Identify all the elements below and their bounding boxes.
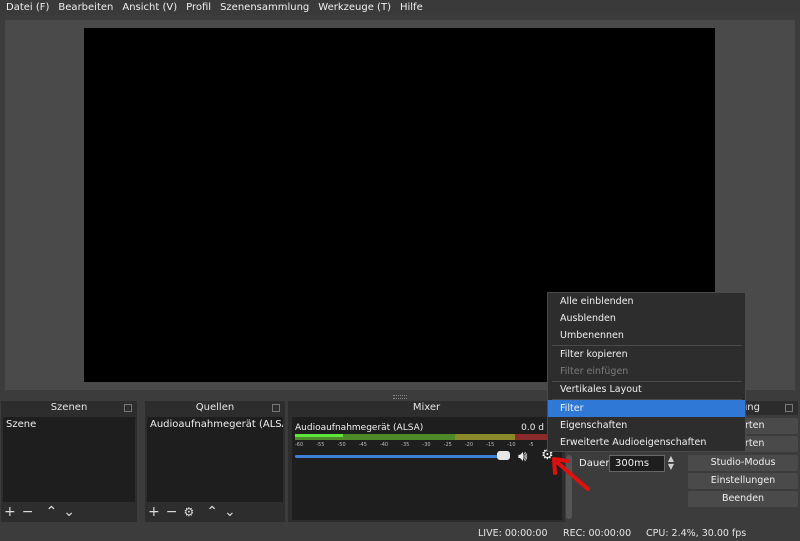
menu-item-hide[interactable]: Ausblenden [548,310,745,327]
menu-item-copy-filters[interactable]: Filter kopieren [548,346,745,363]
menu-datei[interactable]: Datei (F) [6,2,49,13]
mixer-channel: Audioaufnahmegerät (ALSA) 0.0 d -60 -55 … [292,417,562,520]
scenes-dock: Szenen Szene + − ⌃ ⌄ [1,401,137,522]
remove-icon[interactable]: − [22,505,34,519]
tick-label: -60 [295,442,304,448]
move-down-icon[interactable]: ⌄ [224,505,236,519]
tick-label: -35 [401,442,410,448]
sources-dock-title: Quellen [145,401,285,415]
scenes-dock-title-label: Szenen [50,402,88,413]
volume-slider[interactable] [295,455,507,458]
studio-mode-button[interactable]: Studio-Modus [688,455,798,471]
sources-toolbar: + − ⚙ ⌃ ⌄ [148,504,236,520]
mixer-channel-name: Audioaufnahmegerät (ALSA) [295,423,424,433]
context-menu: Alle einblenden Ausblenden Umbenennen Fi… [547,292,746,452]
gear-icon[interactable]: ⚙ [183,505,194,519]
scenes-dock-title: Szenen [1,401,137,415]
mixer-dock-title: Mixer [288,401,565,415]
sources-dock-body: Audioaufnahmegerät (ALSA) + − ⚙ ⌃ ⌄ [145,415,285,522]
chevron-down-icon[interactable]: ▼ [665,463,677,471]
sources-dock-title-label: Quellen [195,402,235,413]
tick-label: -50 [337,442,346,448]
add-icon[interactable]: + [148,505,160,519]
volume-slider-handle[interactable] [497,451,510,460]
move-up-icon[interactable]: ⌃ [45,505,57,519]
menu-item-properties[interactable]: Eigenschaften [548,417,745,434]
tick-label: -10 [507,442,516,448]
speaker-icon[interactable]: 🔊︎ [518,447,527,465]
scenes-list: Szene [3,417,135,502]
scenes-dock-body: Szene + − ⌃ ⌄ [1,415,137,522]
tick-label: -30 [422,442,431,448]
tick-label: -5 [528,442,534,448]
menu-werkzeuge[interactable]: Werkzeuge (T) [318,2,391,13]
add-icon[interactable]: + [4,505,16,519]
mixer-db-value: 0.0 d [521,423,544,433]
menu-item-show-all[interactable]: Alle einblenden [548,293,745,310]
undock-icon[interactable] [124,404,132,412]
splitter-handle[interactable] [393,395,407,399]
menu-item-rename[interactable]: Umbenennen [548,327,745,344]
tick-label: -45 [358,442,367,448]
audio-level-fill [295,434,343,437]
menu-szenensammlung[interactable]: Szenensammlung [220,2,309,13]
status-cpu: CPU: 2.4%, 30.00 fps [646,528,747,539]
remove-icon[interactable]: − [166,505,178,519]
tick-label: -25 [443,442,452,448]
tick-label: -15 [486,442,495,448]
status-rec: REC: 00:00:00 [563,528,632,539]
duration-input[interactable]: 300ms [609,455,665,472]
exit-button[interactable]: Beenden [688,491,798,507]
menubar: Datei (F) Bearbeiten Ansicht (V) Profil … [0,0,800,15]
menu-bearbeiten[interactable]: Bearbeiten [58,2,113,13]
mixer-dock-body: Audioaufnahmegerät (ALSA) 0.0 d -60 -55 … [288,415,572,522]
scenes-toolbar: + − ⌃ ⌄ [4,504,75,520]
sources-dock: Quellen Audioaufnahmegerät (ALSA) + − ⚙ … [145,401,285,522]
sources-list: Audioaufnahmegerät (ALSA) [147,417,283,502]
meter-ticks: -60 -55 -50 -45 -40 -35 -30 -25 -20 -15 … [295,442,550,450]
menu-item-vertical-layout[interactable]: Vertikales Layout [548,381,745,398]
menu-profil[interactable]: Profil [186,2,211,13]
menu-item-paste-filters: Filter einfügen [560,366,629,377]
menu-ansicht[interactable]: Ansicht (V) [122,2,177,13]
audio-level-meter [295,434,550,440]
menu-item-advanced-audio[interactable]: Erweiterte Audioeigenschaften [548,434,745,451]
mixer-dock-title-label: Mixer [412,402,441,413]
undock-icon[interactable] [785,404,793,412]
undock-icon[interactable] [272,404,280,412]
tick-label: -55 [316,442,325,448]
tick-label: -20 [464,442,474,448]
move-up-icon[interactable]: ⌃ [206,505,218,519]
menu-item-filters[interactable]: Filter [548,400,745,417]
status-live: LIVE: 00:00:00 [478,528,548,539]
move-down-icon[interactable]: ⌄ [63,505,75,519]
duration-spinner[interactable]: ▲ ▼ [665,455,677,472]
settings-button[interactable]: Einstellungen [688,473,798,489]
annotation-arrow-icon [552,457,590,491]
list-item[interactable]: Audioaufnahmegerät (ALSA) [147,417,283,432]
mixer-dock: Mixer Audioaufnahmegerät (ALSA) 0.0 d -6… [288,401,572,522]
list-item[interactable]: Szene [3,417,135,432]
tick-label: -40 [379,442,389,448]
menu-hilfe[interactable]: Hilfe [400,2,423,13]
